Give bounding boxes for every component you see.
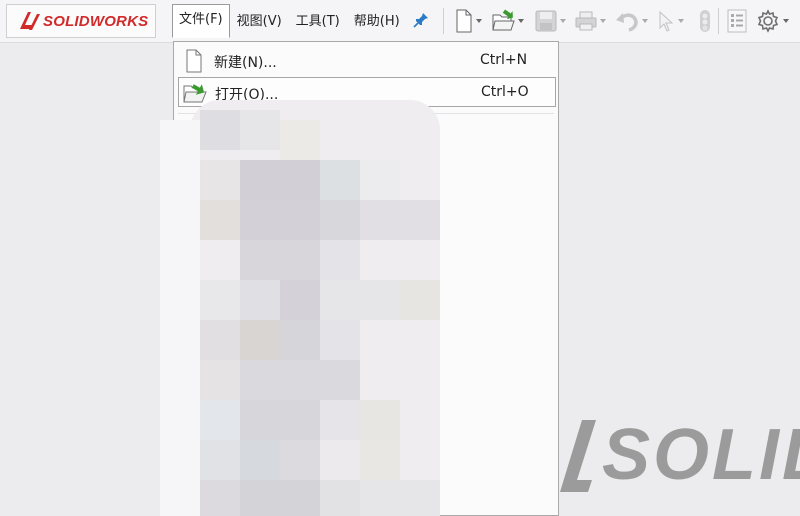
print-icon: [575, 11, 597, 31]
chevron-down-icon[interactable]: [560, 19, 566, 23]
chevron-down-icon[interactable]: [783, 19, 789, 23]
toolbar-separator: [718, 8, 719, 34]
new-document-icon: [186, 49, 202, 73]
menu-item-label: 新建(N)...: [214, 55, 277, 71]
menu-item-new[interactable]: 新建(N)... Ctrl+N: [178, 46, 556, 76]
chevron-down-icon[interactable]: [678, 19, 684, 23]
chevron-down-icon[interactable]: [642, 19, 648, 23]
menu-bar: 文件(F) 视图(V) 工具(T) 帮助(H): [172, 4, 407, 38]
chevron-down-icon[interactable]: [476, 19, 482, 23]
save-button[interactable]: [535, 8, 566, 34]
menu-item-shortcut: Ctrl+O: [481, 84, 529, 100]
menu-file[interactable]: 文件(F): [172, 4, 230, 38]
file-properties-icon: [727, 9, 747, 33]
save-icon: [535, 10, 557, 32]
menu-tools[interactable]: 工具(T): [289, 6, 347, 36]
pin-icon[interactable]: [412, 11, 430, 29]
logo-text: SOLIDWORKS: [43, 12, 149, 30]
menu-item-shortcut: Ctrl+N: [480, 52, 528, 68]
background-watermark: SOLID: [552, 405, 800, 505]
options-gear-icon: [757, 9, 779, 33]
toolbar-separator: [443, 8, 444, 34]
solidworks-logo[interactable]: SOLIDWORKS: [6, 4, 156, 38]
select-button[interactable]: [657, 8, 684, 34]
open-button[interactable]: [491, 8, 524, 34]
menu-view[interactable]: 视图(V): [230, 6, 289, 36]
open-icon: [492, 9, 515, 31]
menu-help[interactable]: 帮助(H): [347, 6, 407, 36]
ds-logo-icon: [20, 12, 40, 30]
new-document-icon: [456, 9, 472, 33]
rebuild-button[interactable]: [698, 8, 712, 34]
chevron-down-icon[interactable]: [518, 19, 524, 23]
chevron-down-icon[interactable]: [600, 19, 606, 23]
rebuild-icon: [700, 10, 710, 32]
file-properties-button[interactable]: [726, 8, 748, 34]
ds-watermark-icon: [560, 420, 596, 492]
command-manager-bar: SOLIDWORKS 文件(F) 视图(V) 工具(T) 帮助(H): [0, 0, 800, 43]
options-button[interactable]: [756, 8, 789, 34]
undo-button[interactable]: [615, 8, 648, 34]
open-folder-icon: [183, 84, 207, 103]
print-button[interactable]: [575, 8, 606, 34]
new-document-button[interactable]: [455, 8, 482, 34]
select-icon: [659, 10, 674, 32]
undo-icon: [616, 13, 638, 32]
watermark-text: SOLID: [602, 415, 800, 495]
